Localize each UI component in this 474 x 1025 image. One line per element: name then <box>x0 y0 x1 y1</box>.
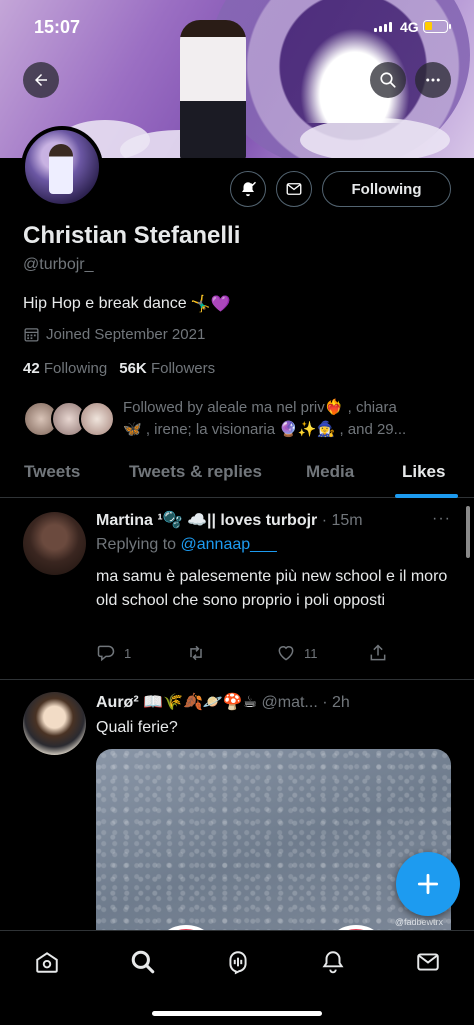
retweet-icon <box>190 645 202 661</box>
heart-icon <box>278 646 294 661</box>
followers-stat[interactable]: 56K Followers <box>119 360 215 377</box>
tweet-header: Aurø² 📖🌾🍂🪐🍄☕ @mat... · 2h <box>96 692 350 712</box>
tweet-item[interactable]: Martina ¹🫧 ☁️|| loves turbojr · 15m ··· … <box>0 498 474 679</box>
reply-action[interactable]: 1 <box>96 643 131 663</box>
tab-tweets-replies[interactable]: Tweets & replies <box>129 462 262 482</box>
bell-check-icon <box>242 181 256 197</box>
profile-handle: @turbojr_ <box>23 256 94 273</box>
tweet-text: Quali ferie? <box>96 719 178 736</box>
reply-icon <box>97 645 115 662</box>
profile-tabs: Tweets Tweets & replies Media Likes <box>0 452 474 498</box>
tweet-author-avatar[interactable] <box>23 512 86 575</box>
search-button[interactable] <box>370 62 406 98</box>
network-type: 4G <box>400 19 419 35</box>
home-icon <box>36 952 58 973</box>
banner-cloud <box>300 118 450 158</box>
bell-icon <box>322 951 344 974</box>
tweet-author-name[interactable]: Aurø² 📖🌾🍂🪐🍄☕ <box>96 694 257 711</box>
retweet-action[interactable] <box>186 643 206 663</box>
share-icon <box>370 644 386 661</box>
nav-spaces[interactable] <box>223 947 253 977</box>
battery-icon <box>423 20 451 33</box>
joined-text: Joined September 2021 <box>46 326 206 343</box>
tweet-handle[interactable]: @mat... <box>262 694 318 711</box>
tweet-author-avatar[interactable] <box>23 692 86 755</box>
bottom-navigation <box>0 930 474 1025</box>
more-dots-icon <box>426 78 440 82</box>
tweet-text: ma samu è palesemente più new school e i… <box>96 568 448 609</box>
tweet-header: Martina ¹🫧 ☁️|| loves turbojr · 15m <box>96 510 363 530</box>
status-time: 15:07 <box>34 17 81 37</box>
following-button[interactable]: Following <box>322 171 451 207</box>
notifications-button[interactable] <box>230 171 266 207</box>
tweet-author-name[interactable]: Martina ¹🫧 ☁️|| loves turbojr <box>96 512 317 529</box>
like-action[interactable]: 11 <box>276 643 318 663</box>
nav-messages[interactable] <box>413 947 443 977</box>
profile-avatar[interactable] <box>21 126 103 208</box>
profile-bio: Hip Hop e break dance 🤸‍♂️💜 <box>23 294 231 314</box>
tab-tweets[interactable]: Tweets <box>24 462 80 482</box>
followed-by-section[interactable]: Followed by aleale ma nel priv❤️‍🔥 , chi… <box>23 397 453 443</box>
signal-icon <box>374 22 392 32</box>
compose-tweet-button[interactable] <box>396 852 460 916</box>
bio-text: Hip Hop e break dance <box>23 295 187 312</box>
scrollbar[interactable] <box>466 506 470 558</box>
tab-media[interactable]: Media <box>306 462 354 482</box>
spaces-microphone-icon <box>229 951 247 975</box>
replying-to: Replying to @annaap___ <box>96 536 277 553</box>
home-indicator[interactable] <box>152 1011 322 1016</box>
nav-search[interactable] <box>128 947 158 977</box>
media-watermark: @fadbewtrx <box>394 917 443 927</box>
tab-likes[interactable]: Likes <box>402 462 445 482</box>
tweet-media-image[interactable]: @fadbewtrx <box>96 749 451 949</box>
replying-to-handle[interactable]: @annaap___ <box>181 536 277 553</box>
follow-stats: 42 Following 56K Followers <box>23 360 215 377</box>
tweet-more-icon[interactable]: ··· <box>432 510 451 528</box>
search-icon <box>380 72 396 88</box>
bio-emoji: 🤸‍♂️💜 <box>190 296 231 313</box>
profile-name: Christian Stefanelli <box>23 222 241 249</box>
nav-notifications[interactable] <box>318 947 348 977</box>
tweet-time: · 2h <box>322 694 350 711</box>
calendar-icon <box>24 328 39 342</box>
status-bar: 15:07 4G <box>0 0 474 54</box>
more-options-button[interactable] <box>415 62 451 98</box>
envelope-icon <box>417 953 439 971</box>
joined-date: Joined September 2021 <box>23 326 205 343</box>
nav-home[interactable] <box>32 947 62 977</box>
search-icon <box>131 950 155 974</box>
follower-avatar <box>79 401 115 437</box>
following-stat[interactable]: 42 Following <box>23 360 107 377</box>
followed-by-text: Followed by aleale ma nel priv❤️‍🔥 , chi… <box>123 399 407 438</box>
plus-icon <box>417 873 439 895</box>
tweet-time: · 15m <box>321 512 363 529</box>
arrow-left-icon <box>35 74 47 86</box>
back-button[interactable] <box>23 62 59 98</box>
message-button[interactable] <box>276 171 312 207</box>
envelope-icon <box>286 183 302 195</box>
tweet-actions: 1 11 <box>96 643 396 665</box>
share-action[interactable] <box>368 643 388 663</box>
